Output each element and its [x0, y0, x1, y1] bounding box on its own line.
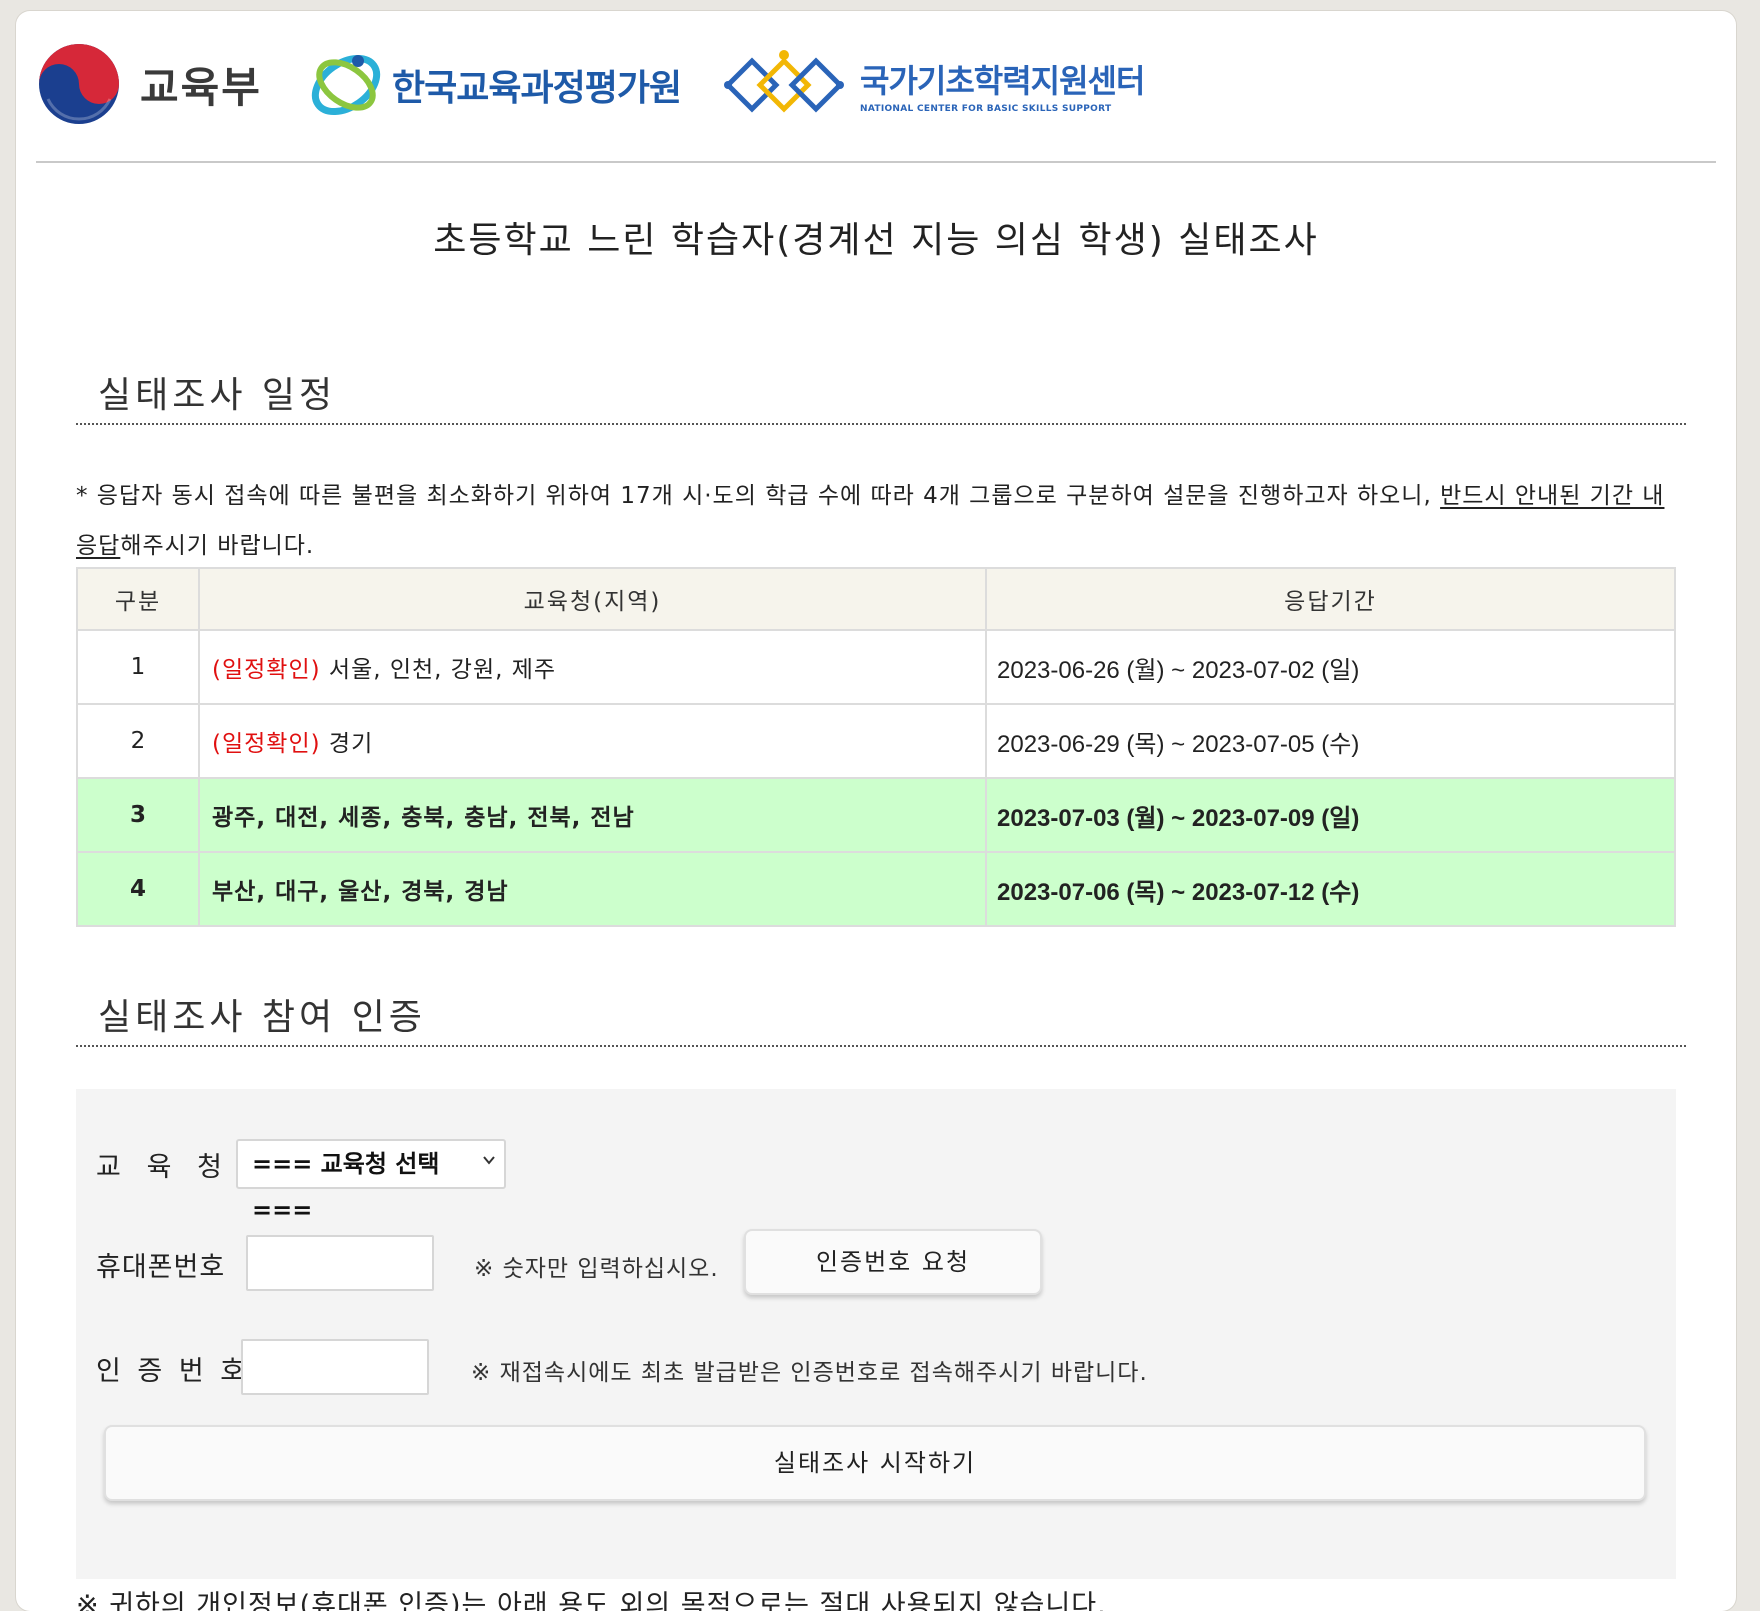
office-select[interactable]: === 교육청 선택 === [236, 1139, 506, 1224]
period-cell: 2023-07-06 (목) ~ 2023-07-12 (수) [985, 851, 1676, 927]
phone-label: 휴대폰번호 [96, 1252, 226, 1283]
schedule-check-link[interactable]: (일정확인) [212, 657, 321, 683]
col-header-period: 응답기간 [985, 567, 1676, 631]
page-card: 교육부 한국교육과정평가원 국가기초학력지원센터 NATIONAL CENTER… [16, 11, 1736, 1611]
basic-skills-logo-text: 국가기초학력지원센터 [860, 62, 1145, 100]
region-cell: 부산, 대구, 울산, 경북, 경남 [198, 851, 987, 927]
group-number: 1 [76, 629, 200, 705]
page-title: 초등학교 느린 학습자(경계선 지능 의심 학생) 실태조사 [433, 220, 1319, 261]
start-survey-button[interactable]: 실태조사 시작하기 [104, 1425, 1646, 1501]
table-row-highlighted: 3 광주, 대전, 세종, 충북, 충남, 전북, 전남 2023-07-03 … [76, 777, 1676, 853]
kice-logo-text: 한국교육과정평가원 [392, 68, 682, 109]
table-row: 1 (일정확인) 서울, 인천, 강원, 제주 2023-06-26 (월) ~… [76, 629, 1676, 705]
region-cell: (일정확인) 서울, 인천, 강원, 제주 [198, 629, 987, 705]
table-row-highlighted: 4 부산, 대구, 울산, 경북, 경남 2023-07-06 (목) ~ 20… [76, 851, 1676, 927]
logo-bar: 교육부 한국교육과정평가원 국가기초학력지원센터 NATIONAL CENTER… [36, 31, 1436, 141]
schedule-check-link[interactable]: (일정확인) [212, 731, 321, 757]
moe-logo-text: 교육부 [140, 62, 262, 112]
moe-logo: 교육부 [36, 41, 262, 127]
auth-divider [76, 1045, 1686, 1047]
group-number: 4 [76, 851, 200, 927]
period-cell: 2023-06-29 (목) ~ 2023-07-05 (수) [985, 703, 1676, 779]
col-header-group: 구분 [76, 567, 200, 631]
kice-logo: 한국교육과정평가원 [306, 45, 682, 125]
phone-input[interactable] [246, 1235, 434, 1291]
code-hint: ※ 재접속시에도 최초 발급받은 인증번호로 접속해주시기 바랍니다. [471, 1360, 1148, 1386]
phone-hint: ※ 숫자만 입력하십시오. [474, 1256, 719, 1282]
region-text: 경기 [328, 731, 374, 757]
period-cell: 2023-06-26 (월) ~ 2023-07-02 (일) [985, 629, 1676, 705]
kice-emblem-icon [311, 54, 381, 116]
taegeuk-emblem-icon [39, 44, 119, 124]
auth-form: 교 육 청 === 교육청 선택 === 휴대폰번호 ※ 숫자만 입력하십시오.… [76, 1089, 1676, 1579]
col-header-region: 교육청(지역) [198, 567, 987, 631]
region-text: 서울, 인천, 강원, 제주 [328, 657, 557, 683]
group-number: 3 [76, 777, 200, 853]
code-input[interactable] [241, 1339, 429, 1395]
header-divider [36, 161, 1716, 163]
basic-skills-emblem-icon [724, 50, 844, 113]
notice-end: 해주시기 바랍니다. [120, 533, 315, 559]
basic-skills-logo-subtext: NATIONAL CENTER FOR BASIC SKILLS SUPPORT [860, 104, 1112, 114]
auth-section-title: 실태조사 참여 인증 [98, 997, 426, 1038]
chevron-down-icon [483, 1156, 495, 1165]
office-select-value: === 교육청 선택 === [252, 1150, 440, 1224]
table-header-row: 구분 교육청(지역) 응답기간 [76, 567, 1676, 631]
schedule-notice: * 응답자 동시 접속에 따른 불편을 최소화하기 위하여 17개 시·도의 학… [76, 471, 1676, 571]
schedule-table: 구분 교육청(지역) 응답기간 1 (일정확인) 서울, 인천, 강원, 제주 … [76, 567, 1676, 927]
notice-main: * 응답자 동시 접속에 따른 불편을 최소화하기 위하여 17개 시·도의 학… [76, 483, 1441, 509]
request-code-button[interactable]: 인증번호 요청 [744, 1229, 1042, 1295]
privacy-footnote: ※ 귀하의 개인정보(휴대폰 인증)는 아래 용도 외의 목적으로는 절대 사용… [76, 1590, 1107, 1611]
office-label: 교 육 청 [96, 1152, 223, 1183]
group-number: 2 [76, 703, 200, 779]
region-cell: 광주, 대전, 세종, 충북, 충남, 전북, 전남 [198, 777, 987, 853]
period-cell: 2023-07-03 (월) ~ 2023-07-09 (일) [985, 777, 1676, 853]
region-cell: (일정확인) 경기 [198, 703, 987, 779]
code-label: 인 증 번 호 [96, 1356, 250, 1387]
basic-skills-center-logo: 국가기초학력지원센터 NATIONAL CENTER FOR BASIC SKI… [722, 45, 1145, 125]
schedule-divider [76, 423, 1686, 425]
table-row: 2 (일정확인) 경기 2023-06-29 (목) ~ 2023-07-05 … [76, 703, 1676, 779]
schedule-section-title: 실태조사 일정 [98, 375, 337, 416]
